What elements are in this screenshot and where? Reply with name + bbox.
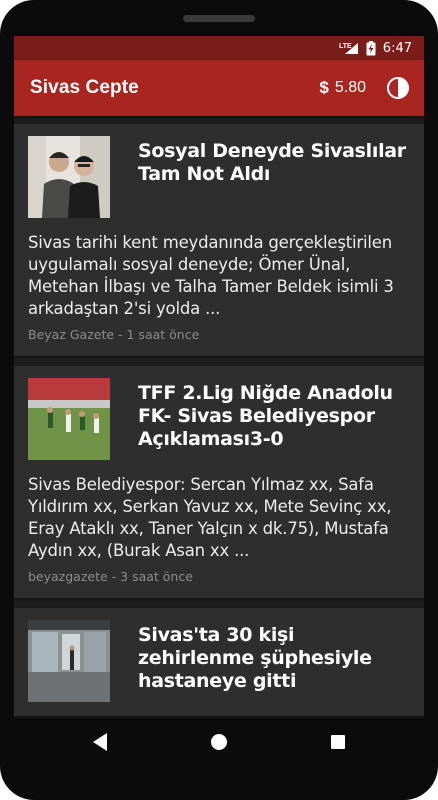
battery-charging-icon — [366, 40, 376, 56]
article-thumbnail — [28, 136, 110, 218]
news-card[interactable]: Sosyal Deneyde Sivaslılar Tam Not Aldı S… — [14, 124, 424, 356]
news-feed: Sosyal Deneyde Sivaslılar Tam Not Aldı S… — [14, 116, 424, 716]
article-title: TFF 2.Lig Niğde Anadolu FK- Sivas Beledi… — [138, 382, 393, 450]
theme-toggle-icon[interactable] — [386, 76, 410, 100]
article-thumbnail — [28, 378, 110, 460]
status-time: 6:47 — [382, 40, 412, 56]
back-icon[interactable] — [88, 730, 112, 754]
screen: LTE 6:47 Sivas Cepte $ 5.80 Sosyal Deney… — [14, 36, 424, 718]
article-title: Sosyal Deneyde Sivaslılar Tam Not Aldı — [138, 140, 406, 185]
article-thumbnail — [28, 620, 110, 702]
article-summary: Sivas Belediyespor: Sercan Yılmaz xx, Sa… — [28, 475, 392, 560]
dollar-icon: $ — [319, 78, 329, 97]
system-nav-bar — [0, 718, 438, 766]
app-title: Sivas Cepte — [30, 77, 139, 98]
news-card[interactable]: TFF 2.Lig Niğde Anadolu FK- Sivas Beledi… — [14, 366, 424, 598]
speaker-grille — [183, 15, 255, 22]
recents-icon[interactable] — [326, 730, 350, 754]
phone-frame: LTE 6:47 Sivas Cepte $ 5.80 Sosyal Deney… — [0, 0, 438, 800]
lte-signal-icon: LTE — [339, 41, 359, 55]
article-title: Sivas'ta 30 kişi zehirlenme şüphesiyle h… — [138, 624, 372, 692]
status-bar: LTE 6:47 — [14, 36, 424, 60]
svg-text:LTE: LTE — [339, 43, 352, 50]
home-icon[interactable] — [207, 730, 231, 754]
article-meta: Beyaz Gazete - 1 saat önce — [28, 327, 200, 342]
news-card[interactable]: Sivas'ta 30 kişi zehirlenme şüphesiyle h… — [14, 608, 424, 716]
currency-rate-value: 5.80 — [334, 79, 366, 96]
article-summary: Sivas tarihi kent meydanında gerçekleşti… — [28, 233, 394, 318]
currency-rate[interactable]: $ 5.80 — [319, 78, 366, 98]
app-bar: Sivas Cepte $ 5.80 — [14, 60, 424, 116]
article-meta: beyazgazete - 3 saat önce — [28, 569, 193, 584]
